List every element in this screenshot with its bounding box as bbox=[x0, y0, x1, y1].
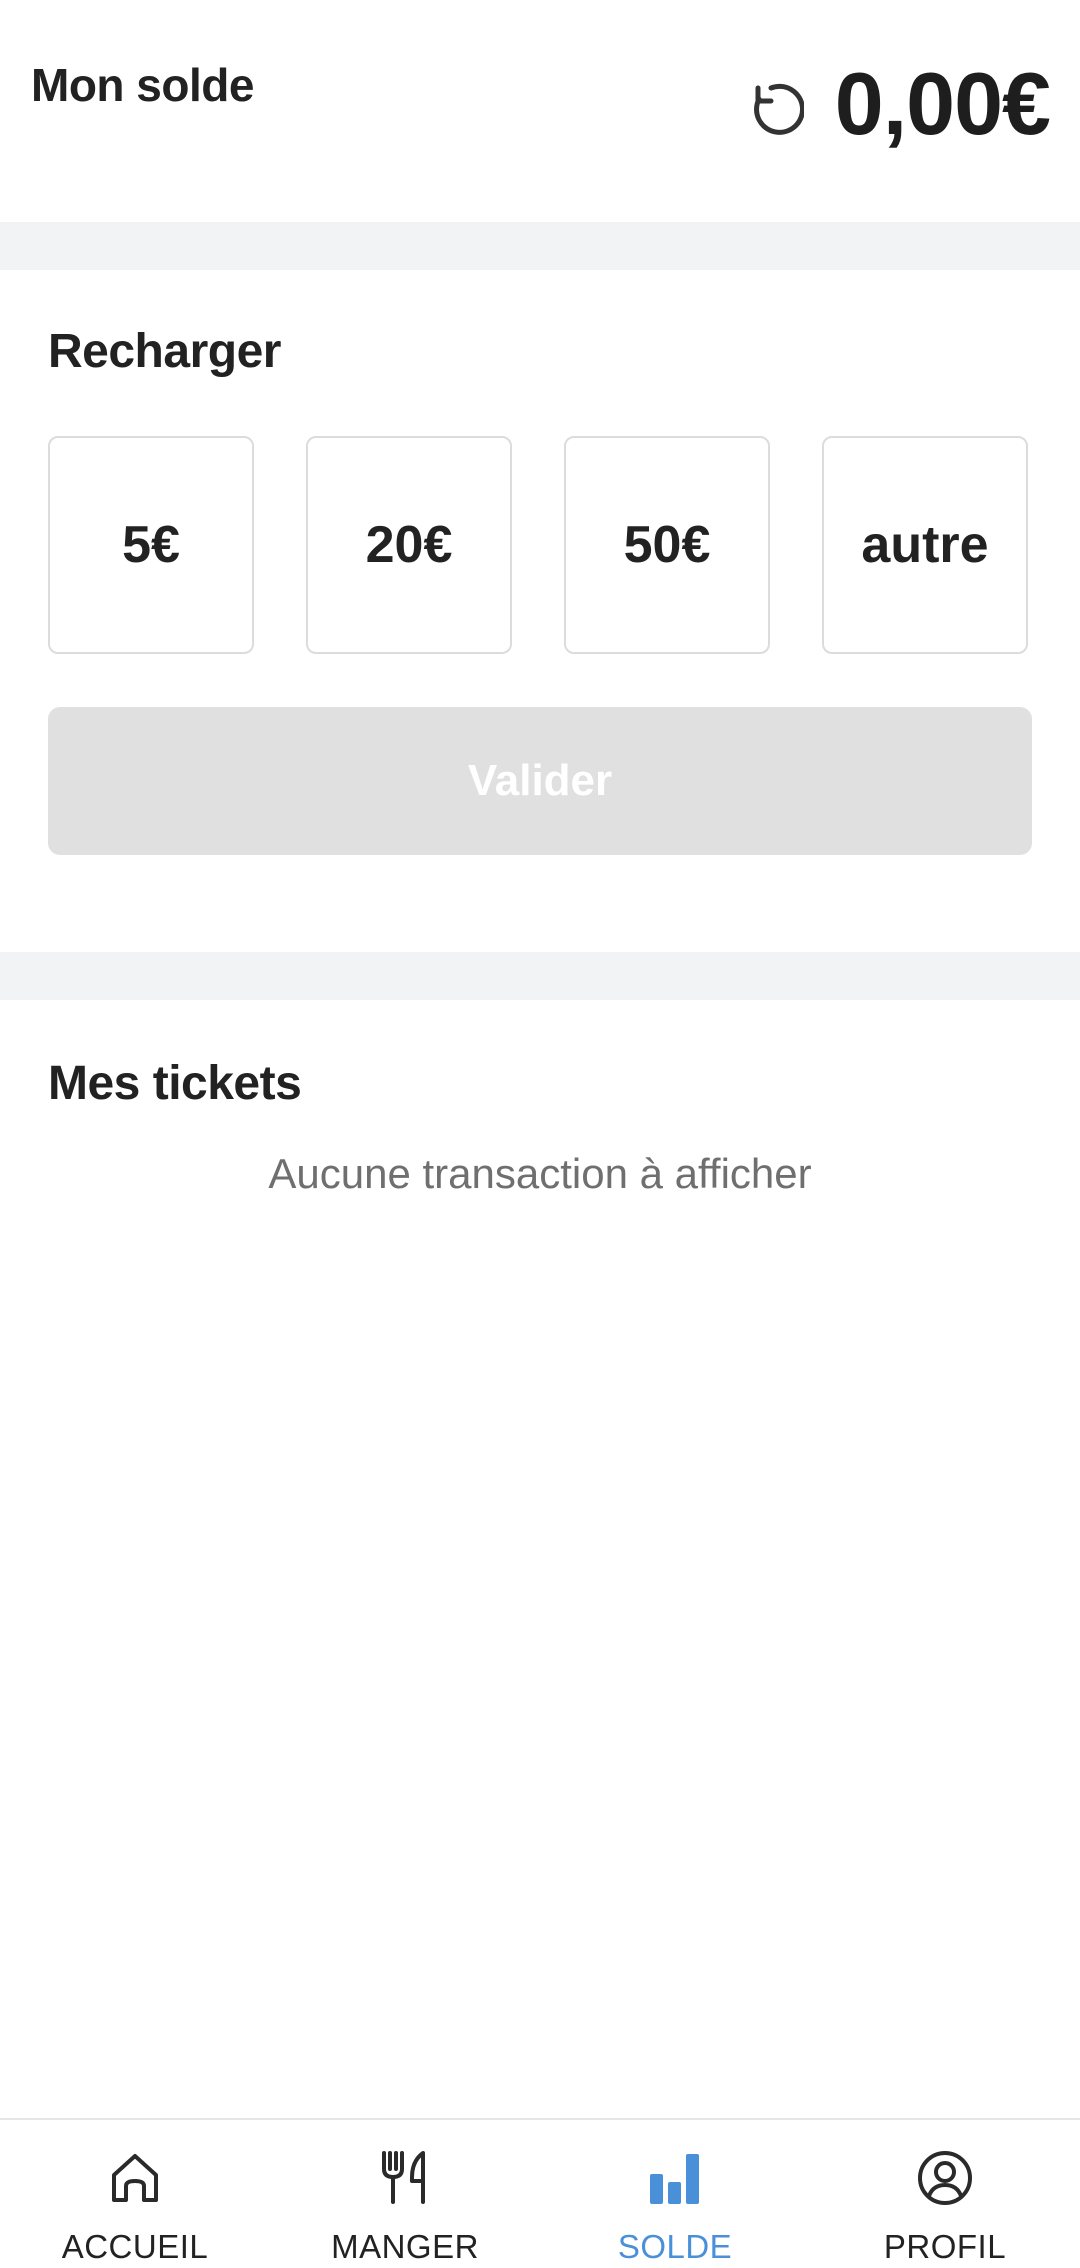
validate-button[interactable]: Valider bbox=[48, 707, 1032, 855]
user-circle-icon bbox=[915, 2148, 975, 2208]
fork-knife-icon bbox=[375, 2148, 435, 2208]
recharge-section: Recharger 5€ 20€ 50€ autre Valider bbox=[0, 270, 1080, 952]
empty-transactions-message: Aucune transaction à afficher bbox=[268, 1150, 812, 1197]
recharge-title: Recharger bbox=[48, 325, 281, 378]
nav-item-solde[interactable]: SOLDE bbox=[540, 2120, 810, 2268]
tickets-section: Mes tickets Aucune transaction à affiche… bbox=[0, 1000, 1080, 2118]
nav-item-profil[interactable]: PROFIL bbox=[810, 2120, 1080, 2268]
nav-label-accueil: ACCUEIL bbox=[61, 2228, 209, 2265]
tickets-title: Mes tickets bbox=[48, 1057, 302, 1110]
amount-option-20[interactable]: 20€ bbox=[306, 436, 512, 654]
amount-option-other[interactable]: autre bbox=[822, 436, 1028, 654]
amount-option-50[interactable]: 50€ bbox=[564, 436, 770, 654]
nav-item-accueil[interactable]: ACCUEIL bbox=[0, 2120, 270, 2268]
bottom-nav: ACCUEIL MANGER SOLDE PROFIL bbox=[0, 2118, 1080, 2268]
nav-label-solde: SOLDE bbox=[617, 2228, 733, 2265]
nav-label-manger: MANGER bbox=[331, 2228, 479, 2265]
balance-title: Mon solde bbox=[31, 59, 254, 111]
home-icon bbox=[105, 2148, 165, 2208]
refresh-icon bbox=[754, 83, 804, 135]
section-divider bbox=[0, 952, 1080, 1000]
section-divider bbox=[0, 222, 1080, 270]
refresh-button[interactable] bbox=[740, 76, 808, 144]
balance-header: Mon solde 0,00€ bbox=[0, 0, 1080, 222]
nav-label-profil: PROFIL bbox=[883, 2228, 1007, 2265]
balance-amount: 0,00€ bbox=[834, 54, 1051, 153]
amount-option-5[interactable]: 5€ bbox=[48, 436, 254, 654]
nav-item-manger[interactable]: MANGER bbox=[270, 2120, 540, 2268]
bar-chart-icon bbox=[645, 2148, 705, 2208]
